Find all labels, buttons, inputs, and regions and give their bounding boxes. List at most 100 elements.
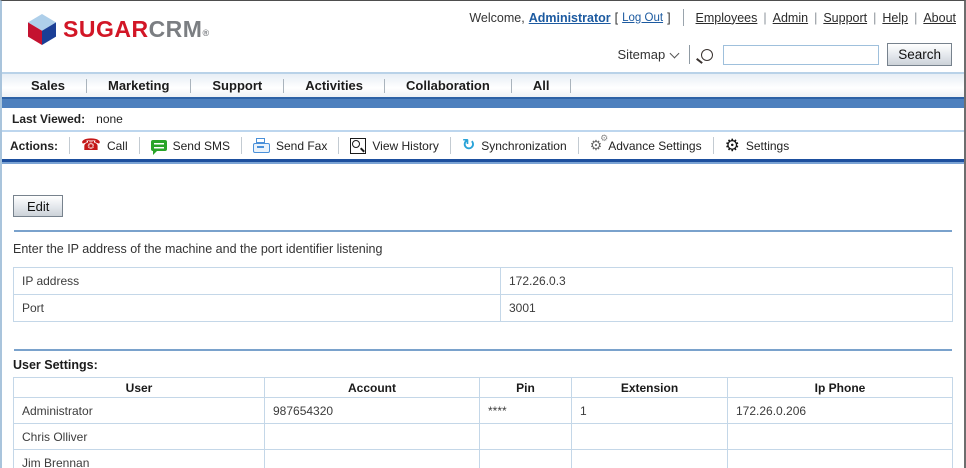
sugarcrm-logo[interactable]: SUGARCRM®: [28, 14, 209, 45]
port-label: Port: [14, 295, 501, 322]
table-row: Jim Brennan: [14, 450, 953, 468]
gear-icon: [725, 137, 740, 154]
cell-ip-phone: [728, 424, 953, 450]
header: SUGARCRM® Welcome, Administrator [ Log O…: [2, 1, 964, 72]
actions-bar: Actions: Call Send SMS Send Fax View His…: [2, 132, 964, 159]
header-top-row: Welcome, Administrator [ Log Out ] Emplo…: [469, 9, 956, 26]
sync-icon: [462, 138, 475, 154]
section-divider: [14, 230, 952, 232]
action-call[interactable]: Call: [81, 138, 128, 154]
search-icon: [701, 49, 713, 61]
instruction-text: Enter the IP address of the machine and …: [13, 242, 953, 256]
history-magnifier-icon: [350, 138, 366, 154]
action-send-fax[interactable]: Send Fax: [253, 138, 327, 153]
current-user-link[interactable]: Administrator: [529, 11, 611, 25]
cube-logo-icon: [28, 14, 56, 45]
section-divider: [14, 349, 952, 351]
sitemap-label: Sitemap: [618, 47, 666, 62]
logout-link[interactable]: Log Out: [622, 12, 663, 24]
sugarcrm-window: SUGARCRM® Welcome, Administrator [ Log O…: [0, 0, 966, 468]
tab-activities[interactable]: Activities: [284, 78, 384, 93]
actions-divider: [69, 137, 70, 154]
actions-label: Actions:: [10, 139, 58, 153]
column-header-account: Account: [265, 378, 480, 398]
actions-divider: [578, 137, 579, 154]
cell-user: Chris Olliver: [14, 424, 265, 450]
registered-mark: ®: [202, 28, 209, 38]
main-content: Edit Enter the IP address of the machine…: [2, 164, 964, 468]
search-input[interactable]: [723, 45, 879, 65]
action-label: Synchronization: [481, 139, 566, 153]
table-row: Chris Olliver: [14, 424, 953, 450]
action-label: Send Fax: [276, 139, 327, 153]
action-label: Send SMS: [173, 139, 230, 153]
action-synchronization[interactable]: Synchronization: [462, 138, 567, 154]
link-admin[interactable]: Admin: [773, 11, 808, 25]
tab-all[interactable]: All: [512, 78, 571, 93]
cell-ip-phone: 172.26.0.206: [728, 398, 953, 424]
fax-icon: [253, 143, 270, 153]
link-about[interactable]: About: [923, 11, 956, 25]
search-button[interactable]: Search: [887, 43, 952, 66]
action-view-history[interactable]: View History: [350, 138, 438, 154]
link-separator: |: [873, 11, 876, 25]
logo-crm: CRM: [149, 16, 203, 42]
table-header-row: User Account Pin Extension Ip Phone: [14, 378, 953, 398]
actions-divider: [241, 137, 242, 154]
cell-user: Administrator: [14, 398, 265, 424]
table-row: Administrator 987654320 **** 1 172.26.0.…: [14, 398, 953, 424]
link-separator: |: [814, 11, 817, 25]
welcome-text: Welcome, Administrator [ Log Out ]: [469, 11, 670, 25]
chevron-down-icon: [670, 48, 680, 58]
link-separator: |: [914, 11, 917, 25]
link-employees[interactable]: Employees: [696, 11, 758, 25]
last-viewed-label: Last Viewed:: [12, 112, 85, 126]
cell-account: [265, 424, 480, 450]
table-row: IP address 172.26.0.3: [14, 268, 953, 295]
header-divider: [689, 45, 690, 64]
tab-support[interactable]: Support: [191, 78, 283, 93]
actions-divider: [338, 137, 339, 154]
cell-extension: [572, 424, 728, 450]
action-label: Advance Settings: [608, 139, 701, 153]
link-help[interactable]: Help: [882, 11, 908, 25]
blue-accent-bar: [2, 97, 964, 108]
actions-divider: [450, 137, 451, 154]
table-row: Port 3001: [14, 295, 953, 322]
ip-address-value: 172.26.0.3: [501, 268, 953, 295]
action-settings[interactable]: Settings: [725, 137, 790, 154]
module-tab-bar: Sales Marketing Support Activities Colla…: [2, 72, 964, 97]
action-advance-settings[interactable]: Advance Settings: [590, 138, 702, 153]
link-support[interactable]: Support: [823, 11, 867, 25]
column-header-user: User: [14, 378, 265, 398]
sitemap-dropdown[interactable]: Sitemap: [618, 47, 679, 62]
port-value: 3001: [501, 295, 953, 322]
column-header-pin: Pin: [480, 378, 572, 398]
cell-account: [265, 450, 480, 468]
tab-marketing[interactable]: Marketing: [87, 78, 190, 93]
welcome-prefix: Welcome,: [469, 11, 524, 25]
ip-address-label: IP address: [14, 268, 501, 295]
action-label: Call: [107, 139, 128, 153]
tab-separator: [570, 79, 571, 93]
tab-sales[interactable]: Sales: [10, 78, 86, 93]
actions-divider: [139, 137, 140, 154]
top-nav-links: Employees | Admin | Support | Help | Abo…: [696, 11, 956, 25]
cell-user: Jim Brennan: [14, 450, 265, 468]
user-settings-table: User Account Pin Extension Ip Phone Admi…: [13, 377, 953, 468]
logo-text: SUGARCRM®: [63, 16, 209, 43]
action-send-sms[interactable]: Send SMS: [151, 139, 230, 153]
last-viewed-bar: Last Viewed: none: [2, 108, 964, 132]
actions-divider: [713, 137, 714, 154]
tab-collaboration[interactable]: Collaboration: [385, 78, 511, 93]
phone-icon: [81, 138, 101, 154]
link-separator: |: [763, 11, 766, 25]
last-viewed-value: none: [96, 112, 123, 126]
action-label: Settings: [746, 139, 789, 153]
bracket: ]: [667, 11, 670, 25]
column-header-ip-phone: Ip Phone: [728, 378, 953, 398]
sms-icon: [151, 140, 167, 151]
edit-button[interactable]: Edit: [13, 195, 63, 217]
cell-pin: ****: [480, 398, 572, 424]
cell-pin: [480, 424, 572, 450]
